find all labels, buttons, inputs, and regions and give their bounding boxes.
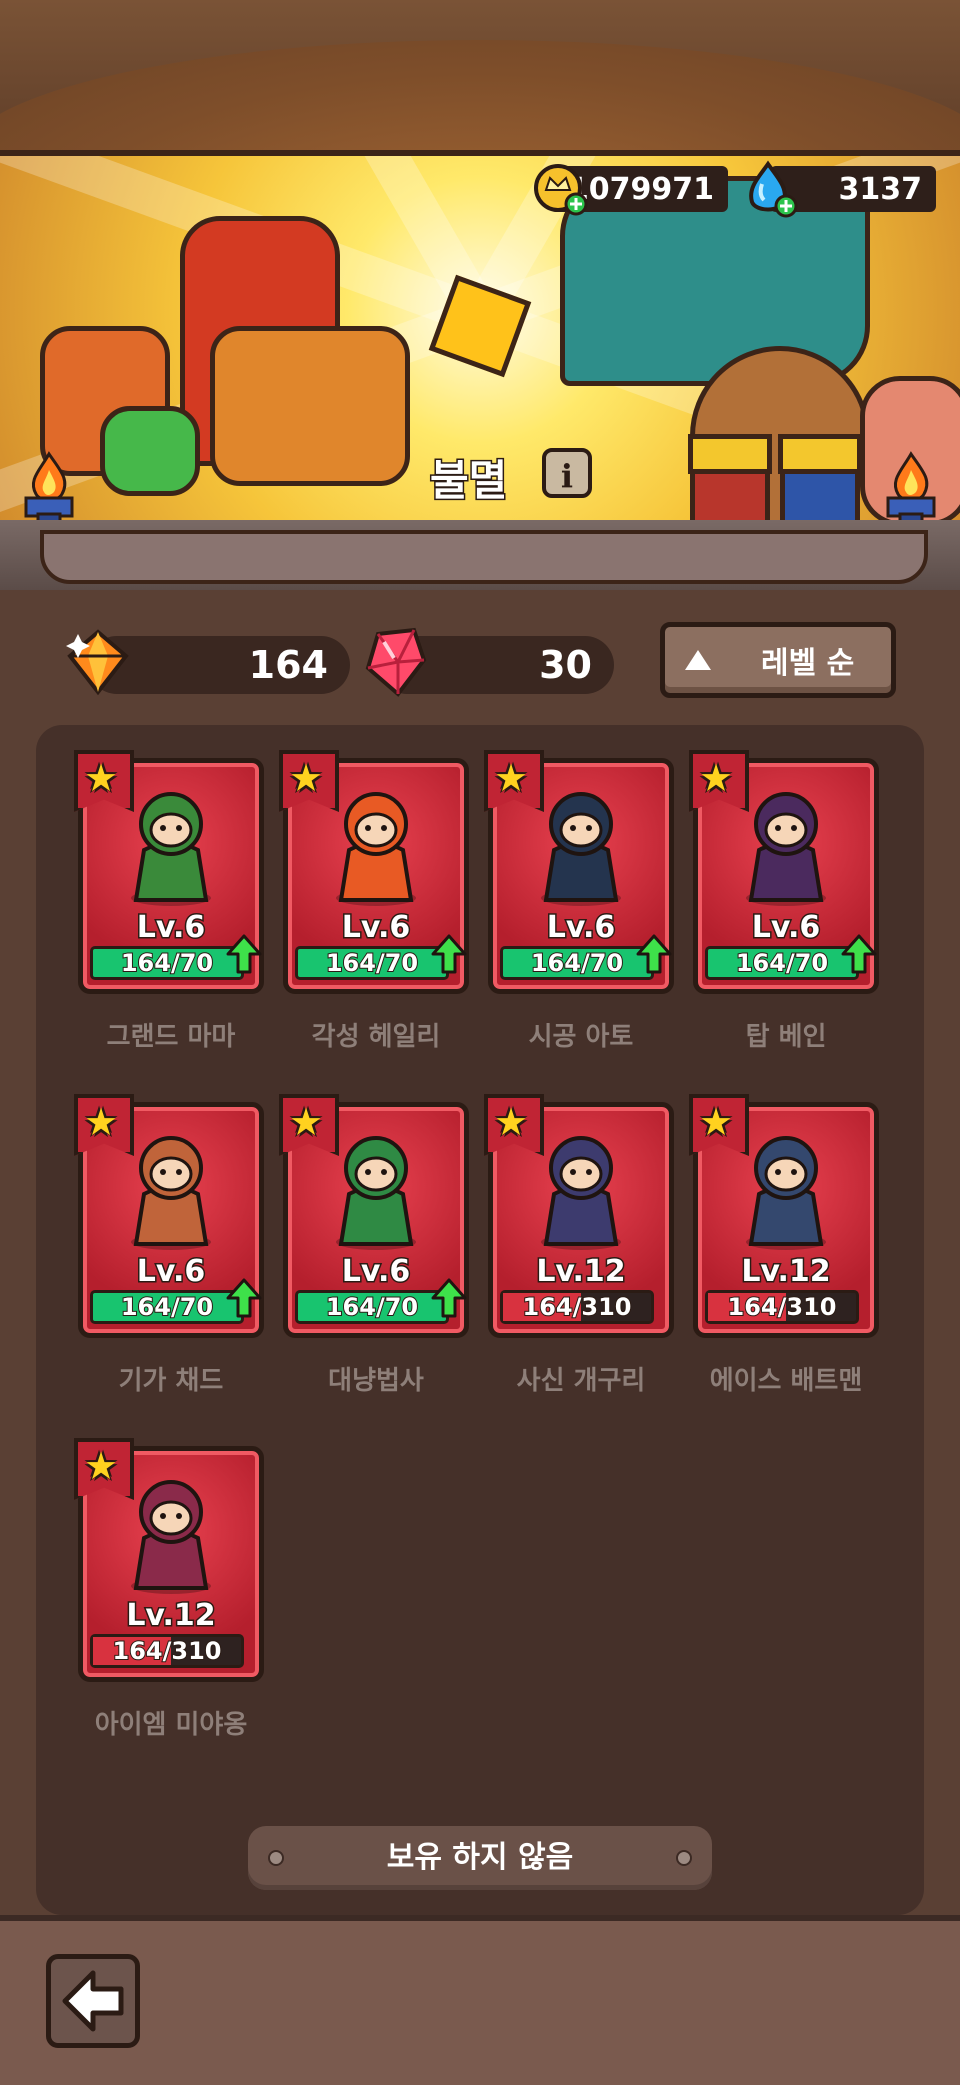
- right-rivet: [676, 1850, 692, 1866]
- shard-progress-text: 164/70: [530, 948, 624, 978]
- upgrade-arrow-icon: [226, 934, 262, 974]
- shard-progress-bar: 164/310: [500, 1290, 654, 1324]
- pink-crystal-icon: [358, 624, 430, 700]
- orange-shard-value: 164: [248, 643, 328, 687]
- hero-name: 각성 헤일리: [311, 1022, 441, 1052]
- glass-crown-1: [688, 434, 772, 474]
- not-owned-label: 보유 하지 않음: [386, 1840, 574, 1875]
- star-icon: ★: [699, 1100, 734, 1144]
- hero-name: 사신 개구리: [516, 1366, 646, 1396]
- hero-card[interactable]: ★ Lv.6 164/70 기가 채드: [74, 1094, 264, 1396]
- hero-card[interactable]: ★ Lv.6 164/70 대냥법사: [279, 1094, 469, 1396]
- hero-name: 시공 아토: [528, 1022, 634, 1052]
- hero-card[interactable]: ★ Lv.6 164/70 탑 베인: [689, 750, 879, 1052]
- star-icon: ★: [84, 1100, 119, 1144]
- banner-title: 불멸: [428, 455, 508, 507]
- hero-name: 그랜드 마마: [106, 1022, 236, 1052]
- back-arrow-icon: [62, 1970, 124, 2032]
- shard-progress-text: 164/70: [735, 948, 829, 978]
- left-rivet: [268, 1850, 284, 1866]
- orange-gem-icon: [62, 626, 134, 698]
- star-icon: ★: [699, 756, 734, 800]
- gem-value: 3137: [838, 171, 923, 207]
- shard-progress-bar: 164/70: [295, 1290, 449, 1324]
- shard-progress-bar: 164/70: [90, 946, 244, 980]
- torch-right-icon: [880, 450, 942, 530]
- triangle-up-icon: [685, 650, 711, 670]
- torch-left-icon: [18, 450, 80, 530]
- upgrade-arrow-icon: [226, 1278, 262, 1318]
- star-icon: ★: [84, 1444, 119, 1488]
- shard-progress-text: 164/70: [120, 1292, 214, 1322]
- shard-progress-bar: 164/70: [500, 946, 654, 980]
- hero-level: Lv.12: [125, 1597, 217, 1635]
- hero-card[interactable]: ★ Lv.6 164/70 시공 아토: [484, 750, 674, 1052]
- back-button[interactable]: [46, 1954, 140, 2048]
- glass-frog: [100, 406, 200, 496]
- star-icon: ★: [84, 756, 119, 800]
- info-button[interactable]: i: [542, 448, 592, 498]
- upgrade-arrow-icon: [431, 934, 467, 974]
- shard-progress-bar: 164/310: [705, 1290, 859, 1324]
- hero-card[interactable]: ★ Lv.12 164/310 아이엠 미야옹: [74, 1438, 264, 1740]
- hero-card[interactable]: ★ Lv.6 164/70 그랜드 마마: [74, 750, 264, 1052]
- star-icon: ★: [494, 756, 529, 800]
- shard-progress-bar: 164/310: [90, 1634, 244, 1668]
- shard-progress-bar: 164/70: [90, 1290, 244, 1324]
- upgrade-arrow-icon: [431, 1278, 467, 1318]
- star-icon: ★: [494, 1100, 529, 1144]
- hero-name: 기가 채드: [118, 1366, 224, 1396]
- upgrade-arrow-icon: [841, 934, 877, 974]
- star-icon: ★: [289, 756, 324, 800]
- hero-card[interactable]: ★ Lv.6 164/70 각성 헤일리: [279, 750, 469, 1052]
- hero-level: Lv.12: [740, 1253, 832, 1291]
- pink-shard-value: 30: [539, 643, 592, 687]
- shard-progress-text: 164/310: [727, 1292, 838, 1322]
- sort-label: 레벨 순: [761, 646, 855, 681]
- shard-progress-text: 164/310: [522, 1292, 633, 1322]
- not-owned-button[interactable]: 보유 하지 않음: [248, 1826, 712, 1890]
- shard-progress-text: 164/70: [325, 1292, 419, 1322]
- shard-progress-text: 164/70: [120, 948, 214, 978]
- hero-name: 대냥법사: [328, 1366, 424, 1396]
- shard-progress-bar: 164/70: [295, 946, 449, 980]
- star-icon: ★: [289, 1100, 324, 1144]
- upgrade-arrow-icon: [636, 934, 672, 974]
- shard-progress-text: 164/310: [112, 1636, 223, 1666]
- blue-gem-icon[interactable]: [742, 160, 798, 220]
- banner-ledge-front: [40, 530, 928, 584]
- shard-progress-text: 164/70: [325, 948, 419, 978]
- gold-value: 1079971: [567, 171, 714, 207]
- hero-card[interactable]: ★ Lv.12 164/310 사신 개구리: [484, 1094, 674, 1396]
- crown-coin-icon[interactable]: [532, 160, 588, 216]
- hero-card[interactable]: ★ Lv.12 164/310 에이스 배트맨: [689, 1094, 879, 1396]
- hero-name: 아이엠 미야옹: [94, 1710, 248, 1740]
- hero-level: Lv.12: [535, 1253, 627, 1291]
- hero-name: 탑 베인: [745, 1022, 827, 1052]
- shard-progress-bar: 164/70: [705, 946, 859, 980]
- sort-level-button[interactable]: 레벨 순: [660, 622, 896, 698]
- glass-knight: [210, 326, 410, 486]
- glass-crown-2: [778, 434, 862, 474]
- hero-name: 에이스 배트맨: [709, 1366, 863, 1396]
- bottom-bar: [0, 1915, 960, 2085]
